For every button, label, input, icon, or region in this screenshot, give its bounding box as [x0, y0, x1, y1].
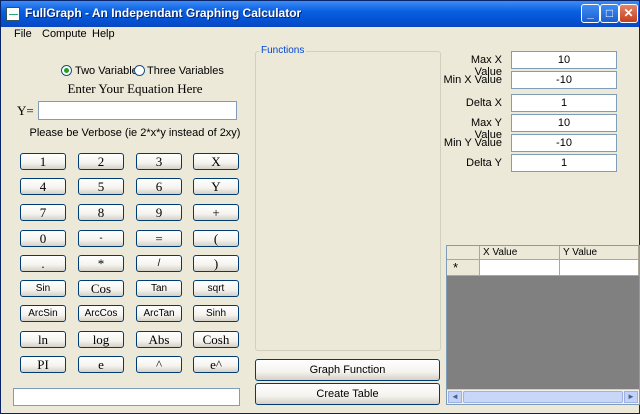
min-x-label: Min X Value [443, 74, 503, 86]
key-8-2-button[interactable]: ^ [136, 356, 182, 373]
values-table[interactable]: X Value Y Value * ◄ ► [446, 245, 640, 405]
key-3-2-button[interactable]: = [136, 230, 182, 247]
new-row-marker: * [447, 260, 480, 276]
key-5-1-button[interactable]: Cos [78, 280, 124, 297]
functions-group-label: Functions [259, 45, 307, 56]
cell-y-value[interactable] [560, 260, 639, 276]
three-variables-radio[interactable] [134, 65, 145, 76]
key-1-3-button[interactable]: Y [193, 178, 239, 195]
min-y-label: Min Y Value [443, 137, 502, 149]
create-table-button[interactable]: Create Table [255, 383, 440, 405]
key-8-0-button[interactable]: PI [20, 356, 66, 373]
key-1-1-button[interactable]: 5 [78, 178, 124, 195]
key-4-2-button[interactable]: / [136, 255, 182, 272]
key-0-1-button[interactable]: 2 [78, 153, 124, 170]
app-graph-icon [6, 7, 20, 21]
app-window: FullGraph - An Independant Graphing Calc… [0, 0, 640, 414]
equation-heading: Enter Your Equation Here [67, 81, 203, 96]
column-x-value[interactable]: X Value [480, 246, 560, 260]
key-3-1-button[interactable]: - [78, 230, 124, 247]
key-2-1-button[interactable]: 8 [78, 204, 124, 221]
max-x-input[interactable]: 10 [511, 51, 617, 69]
key-6-3-button[interactable]: Sinh [193, 305, 239, 322]
window-title: FullGraph - An Independant Graphing Calc… [25, 6, 302, 20]
key-5-2-button[interactable]: Tan [136, 280, 182, 297]
close-button[interactable]: ✕ [619, 4, 638, 23]
functions-groupbox [255, 51, 441, 351]
key-4-3-button[interactable]: ) [193, 255, 239, 272]
delta-y-label: Delta Y [466, 157, 502, 169]
min-y-input[interactable]: -10 [511, 134, 617, 152]
key-0-2-button[interactable]: 3 [136, 153, 182, 170]
key-1-0-button[interactable]: 4 [20, 178, 66, 195]
key-7-2-button[interactable]: Abs [136, 331, 182, 348]
key-5-3-button[interactable]: sqrt [193, 280, 239, 297]
menu-compute[interactable]: Compute [42, 28, 87, 40]
column-y-value[interactable]: Y Value [560, 246, 639, 260]
key-6-1-button[interactable]: ArcCos [78, 305, 124, 322]
key-8-3-button[interactable]: e^ [193, 356, 239, 373]
key-4-1-button[interactable]: * [78, 255, 124, 272]
graph-function-button[interactable]: Graph Function [255, 359, 440, 381]
key-1-2-button[interactable]: 6 [136, 178, 182, 195]
key-2-0-button[interactable]: 7 [20, 204, 66, 221]
key-6-0-button[interactable]: ArcSin [20, 305, 66, 322]
key-7-3-button[interactable]: Cosh [193, 331, 239, 348]
maximize-button[interactable]: □ [600, 4, 619, 23]
three-variables-label[interactable]: Three Variables [147, 65, 224, 77]
key-0-0-button[interactable]: 1 [20, 153, 66, 170]
key-7-1-button[interactable]: log [78, 331, 124, 348]
min-x-input[interactable]: -10 [511, 71, 617, 89]
key-7-0-button[interactable]: ln [20, 331, 66, 348]
table-header: X Value Y Value [447, 246, 639, 260]
scroll-thumb[interactable] [463, 391, 623, 403]
two-variables-radio[interactable] [61, 65, 72, 76]
equation-prefix: Y= [17, 103, 34, 118]
menu-help[interactable]: Help [92, 28, 115, 40]
menu-file[interactable]: File [14, 28, 32, 40]
scroll-right-arrow-icon[interactable]: ► [624, 391, 638, 403]
key-3-3-button[interactable]: ( [193, 230, 239, 247]
key-5-0-button[interactable]: Sin [20, 280, 66, 297]
max-y-input[interactable]: 10 [511, 114, 617, 132]
scroll-left-arrow-icon[interactable]: ◄ [448, 391, 462, 403]
key-3-0-button[interactable]: 0 [20, 230, 66, 247]
key-6-2-button[interactable]: ArcTan [136, 305, 182, 322]
menu-bar: File Compute Help [1, 27, 639, 43]
key-2-3-button[interactable]: + [193, 204, 239, 221]
delta-x-input[interactable]: 1 [511, 94, 617, 112]
cell-x-value[interactable] [480, 260, 560, 276]
status-field [13, 388, 240, 406]
row-header-corner [447, 246, 480, 260]
table-horizontal-scrollbar[interactable]: ◄ ► [447, 389, 639, 404]
title-bar[interactable]: FullGraph - An Independant Graphing Calc… [1, 1, 639, 27]
table-row[interactable]: * [447, 260, 639, 276]
key-8-1-button[interactable]: e [78, 356, 124, 373]
delta-x-label: Delta X [465, 97, 502, 109]
key-4-0-button[interactable]: . [20, 255, 66, 272]
minimize-button[interactable]: _ [581, 4, 600, 23]
key-2-2-button[interactable]: 9 [136, 204, 182, 221]
key-0-3-button[interactable]: X [193, 153, 239, 170]
equation-input[interactable] [38, 101, 237, 120]
delta-y-input[interactable]: 1 [511, 154, 617, 172]
verbose-hint: Please be Verbose (ie 2*x*y instead of 2… [29, 127, 241, 139]
